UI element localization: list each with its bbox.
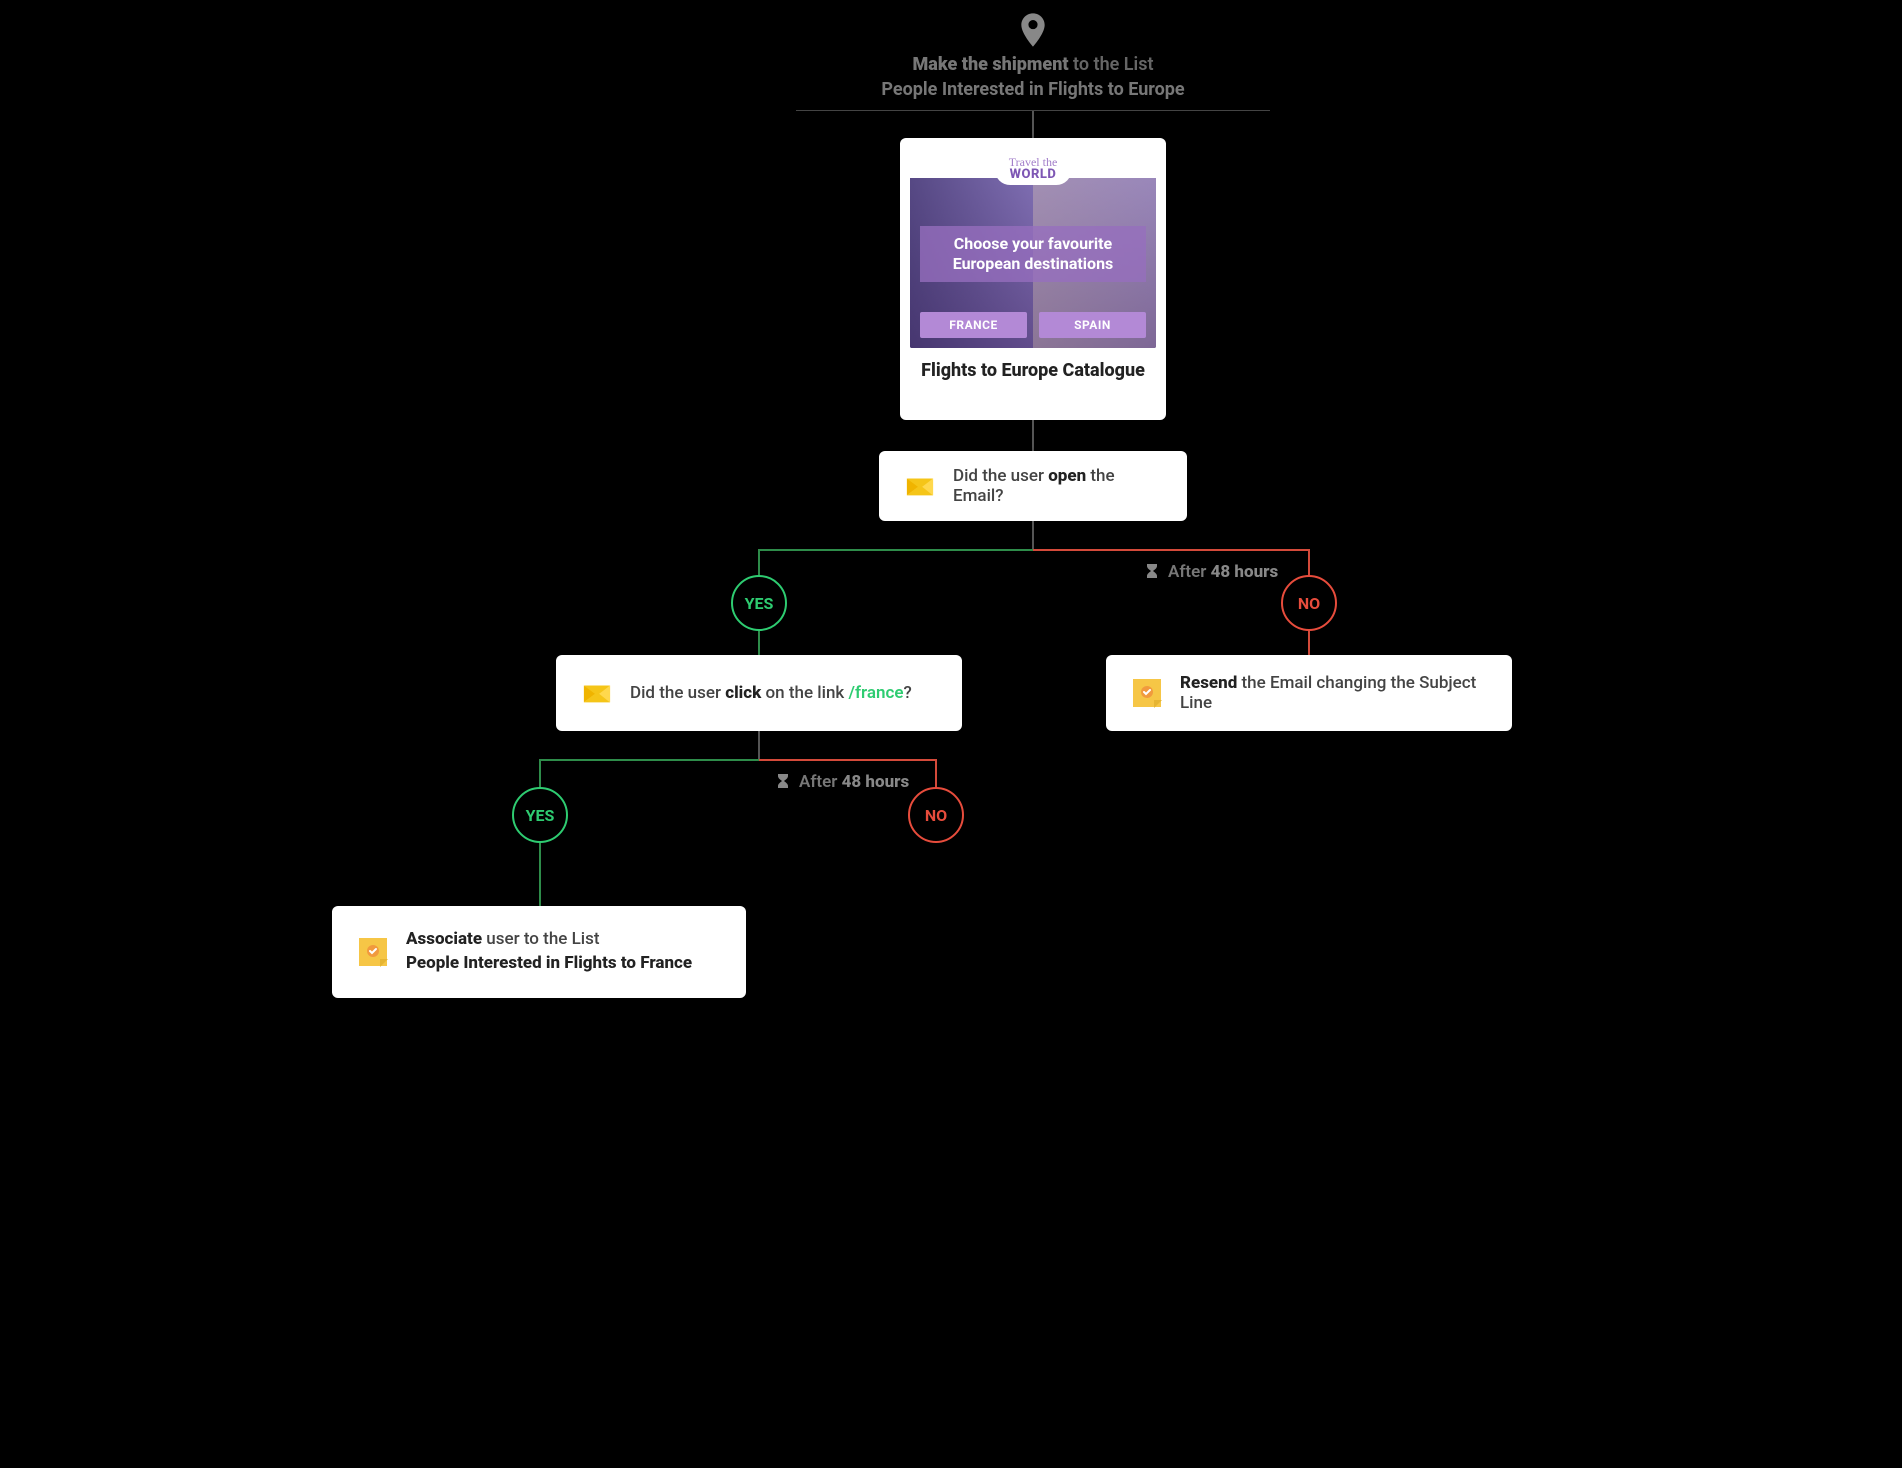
branch-yes: YES (512, 787, 568, 843)
flow-canvas: Make the shipment to the List People Int… (320, 0, 1582, 1039)
branch-yes: YES (731, 575, 787, 631)
spain-button[interactable]: SPAIN (1039, 312, 1146, 338)
hourglass-icon (1144, 563, 1160, 581)
connector-yes (758, 549, 760, 577)
overlay-headline: Choose your favourite European destinati… (920, 226, 1146, 282)
email-preview-card[interactable]: Travel the WORLD Choose your favourite E… (900, 138, 1166, 420)
email-preview-image: Travel the WORLD Choose your favourite E… (910, 148, 1156, 348)
connector-yes (758, 549, 1033, 551)
mail-icon (582, 681, 612, 705)
connector (1032, 420, 1034, 451)
connector-no (1308, 549, 1310, 577)
action-text: Resend the Email changing the Subject Li… (1180, 673, 1486, 713)
connector-no (1308, 631, 1310, 655)
note-check-icon (1132, 678, 1162, 708)
branch-no: NO (1281, 575, 1337, 631)
wait-label-right: After 48 hours (1144, 562, 1278, 582)
connector-yes (539, 759, 759, 761)
connector-no (935, 759, 937, 789)
location-pin-icon (1013, 10, 1053, 50)
wait-label-left: After 48 hours (775, 772, 909, 792)
action-resend-email[interactable]: Resend the Email changing the Subject Li… (1106, 655, 1512, 731)
email-title: Flights to Europe Catalogue (910, 360, 1156, 383)
action-associate-list[interactable]: Associate user to the List People Intere… (332, 906, 746, 998)
connector-no (1033, 549, 1310, 551)
mail-icon (905, 474, 935, 498)
connector (1032, 521, 1034, 551)
condition-text: Did the user open the Email? (953, 466, 1161, 506)
hourglass-icon (775, 773, 791, 791)
condition-open-email[interactable]: Did the user open the Email? (879, 451, 1187, 521)
france-button[interactable]: FRANCE (920, 312, 1027, 338)
connector-yes (539, 843, 541, 906)
condition-text: Did the user click on the link /france? (630, 683, 912, 703)
connector-no (759, 759, 937, 761)
branch-no: NO (908, 787, 964, 843)
brand-bold: WORLD (1009, 168, 1058, 181)
condition-click-link[interactable]: Did the user click on the link /france? (556, 655, 962, 731)
connector (758, 731, 760, 761)
flow-start-label: Make the shipment to the List People Int… (720, 52, 1346, 102)
connector (1032, 111, 1034, 138)
note-check-icon (358, 937, 388, 967)
brand-pill: Travel the WORLD (995, 154, 1072, 185)
connector-yes (758, 631, 760, 655)
destination-buttons: FRANCE SPAIN (920, 312, 1146, 338)
action-text: Associate user to the List People Intere… (406, 928, 692, 976)
connector-yes (539, 759, 541, 789)
